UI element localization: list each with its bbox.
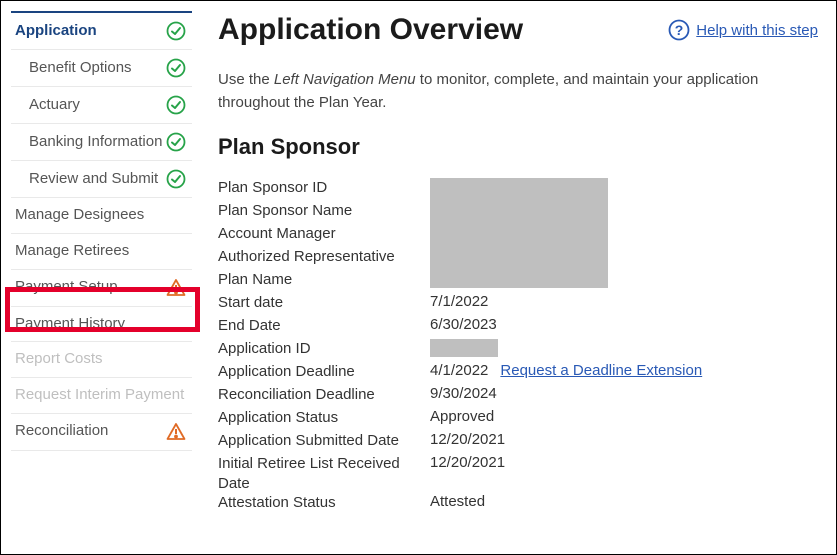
main-content: Application Overview ? Help with this st…: [192, 1, 836, 554]
sidebar-item-label: Manage Designees: [15, 206, 186, 225]
field-value: Attested: [430, 493, 485, 510]
left-navigation: Application Benefit Options Actuary Bank…: [1, 1, 192, 554]
svg-text:?: ?: [675, 22, 684, 38]
field-label: Attestation Status: [218, 493, 430, 513]
field-label: Plan Name: [218, 270, 430, 290]
field-value: 7/1/2022: [430, 293, 488, 310]
sidebar-item-actuary[interactable]: Actuary: [11, 87, 192, 124]
field-label: Application Submitted Date: [218, 431, 430, 451]
sidebar-item-label: Actuary: [29, 96, 166, 115]
field-value: 9/30/2024: [430, 385, 497, 402]
sidebar-item-banking-information[interactable]: Banking Information: [11, 124, 192, 161]
sidebar-item-payment-history[interactable]: Payment History: [11, 307, 192, 343]
field-value: 12/20/2021: [430, 431, 505, 448]
sidebar-item-label: Review and Submit: [29, 170, 166, 189]
field-value: 6/30/2023: [430, 316, 497, 333]
sidebar-item-label: Payment Setup: [15, 278, 166, 297]
field-label: Plan Sponsor Name: [218, 201, 430, 221]
sidebar-item-label: Benefit Options: [29, 59, 166, 78]
warning-icon: [166, 278, 186, 298]
help-link-label: Help with this step: [696, 22, 818, 39]
check-circle-icon: [166, 58, 186, 78]
help-icon: ?: [668, 19, 690, 41]
sidebar-item-payment-setup[interactable]: Payment Setup: [11, 270, 192, 307]
redacted-block: [430, 339, 498, 357]
field-value: 4/1/2022: [430, 362, 488, 379]
field-value: 12/20/2021: [430, 454, 505, 471]
sidebar-item-label: Report Costs: [15, 350, 186, 369]
field-label: End Date: [218, 316, 430, 336]
intro-text: Use the Left Navigation Menu to monitor,…: [218, 69, 818, 114]
field-label: Authorized Representative: [218, 247, 430, 267]
field-label: Application ID: [218, 339, 430, 359]
sidebar-item-request-interim-payment: Request Interim Payment: [11, 378, 192, 414]
section-title: Plan Sponsor: [218, 134, 818, 160]
warning-icon: [166, 422, 186, 442]
check-circle-icon: [166, 21, 186, 41]
sidebar-item-review-and-submit[interactable]: Review and Submit: [11, 161, 192, 198]
page-title: Application Overview: [218, 13, 523, 47]
sidebar-item-label: Reconciliation: [15, 422, 166, 441]
field-label: Application Status: [218, 408, 430, 428]
sidebar-item-report-costs: Report Costs: [11, 342, 192, 378]
field-label: Plan Sponsor ID: [218, 178, 430, 198]
sidebar-item-benefit-options[interactable]: Benefit Options: [11, 50, 192, 87]
sidebar-item-label: Payment History: [15, 315, 186, 334]
request-deadline-extension-link[interactable]: Request a Deadline Extension: [500, 362, 702, 379]
sidebar-item-manage-designees[interactable]: Manage Designees: [11, 198, 192, 234]
field-label: Reconciliation Deadline: [218, 385, 430, 405]
sidebar-item-label: Banking Information: [29, 133, 166, 152]
sidebar-item-manage-retirees[interactable]: Manage Retirees: [11, 234, 192, 270]
sidebar-item-application[interactable]: Application: [11, 11, 192, 50]
sidebar-item-label: Manage Retirees: [15, 242, 186, 261]
sidebar-item-reconciliation[interactable]: Reconciliation: [11, 414, 192, 451]
check-circle-icon: [166, 95, 186, 115]
sidebar-item-label: Request Interim Payment: [15, 386, 186, 405]
field-label: Application Deadline: [218, 362, 430, 382]
check-circle-icon: [166, 169, 186, 189]
redacted-block: [430, 178, 608, 288]
field-label: Initial Retiree List Received Date: [218, 454, 430, 493]
check-circle-icon: [166, 132, 186, 152]
help-with-this-step-link[interactable]: ? Help with this step: [668, 19, 818, 41]
field-value: Approved: [430, 408, 494, 425]
field-label: Start date: [218, 293, 430, 313]
field-label: Account Manager: [218, 224, 430, 244]
plan-sponsor-fields: Plan Sponsor ID Plan Sponsor Name Accoun…: [218, 178, 818, 516]
sidebar-item-label: Application: [15, 22, 166, 41]
